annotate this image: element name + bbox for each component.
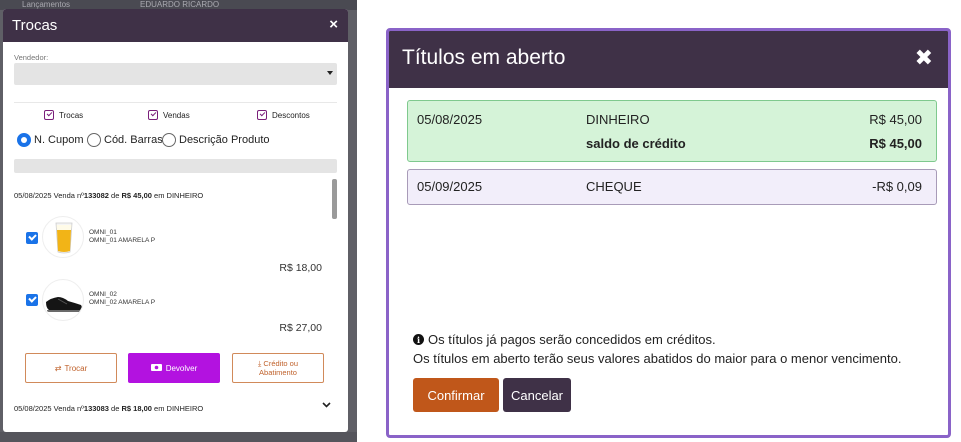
cancel-button[interactable]: Cancelar — [503, 378, 571, 412]
info-icon: i — [413, 334, 424, 345]
titulo-row-paid: 05/08/2025 DINHEIRO R$ 45,00 saldo de cr… — [407, 100, 937, 162]
credito-label-block: ⤓ Crédito ou Abatimento — [258, 359, 298, 377]
sale-number: 133083 — [83, 404, 109, 413]
filter-vendas-label: Vendas — [163, 110, 190, 120]
titulo-method: CHEQUE — [586, 179, 642, 194]
checkbox-icon[interactable] — [257, 110, 267, 120]
background-menu-item: Lançamentos — [22, 0, 71, 9]
titulo-value: -R$ 0,09 — [872, 179, 922, 194]
filter-trocas[interactable]: Trocas — [44, 110, 83, 120]
background-overlay: Lançamentos EDUARDO RICARDO Trocas × Ven… — [0, 0, 357, 442]
close-icon[interactable]: × — [329, 16, 338, 33]
hand-coin-icon: ⤓ — [257, 359, 262, 368]
sale-amount: R$ 45,00 — [121, 191, 152, 200]
item-code-block: OMNI_02 OMNI_02 AMARELA P — [89, 291, 155, 307]
radio-cod-barras-label: Cód. Barras — [104, 134, 163, 146]
credito-abatimento-button[interactable]: ⤓ Crédito ou Abatimento — [232, 353, 324, 383]
item-price: R$ 27,00 — [279, 322, 322, 334]
sale-date: 05/08/2025 — [14, 404, 52, 413]
credito-label-1: Crédito ou — [263, 359, 299, 368]
sale-method: DINHEIRO — [166, 191, 204, 200]
sale-header: 05/08/2025 Venda nº133082 de R$ 45,00 em… — [14, 191, 203, 200]
radio-n-cupom[interactable]: N. Cupom — [17, 133, 84, 147]
chevron-down-icon[interactable] — [322, 400, 331, 410]
titulos-modal: Títulos em aberto ✖ 05/08/2025 DINHEIRO … — [386, 28, 951, 438]
sale-method: DINHEIRO — [166, 404, 204, 413]
info-text-1: Os títulos já pagos serão concedidos em … — [428, 332, 716, 347]
item-description: OMNI_01 AMARELA P — [89, 237, 156, 244]
titulo-date: 05/08/2025 — [417, 112, 483, 127]
scrollbar-thumb[interactable] — [332, 179, 337, 219]
devolver-label: Devolver — [165, 363, 198, 373]
trocas-modal: Trocas × Vendedor: Trocas Vendas Descont… — [3, 9, 348, 432]
background-user-text: EDUARDO RICARDO — [140, 0, 220, 9]
sale-amount: R$ 18,00 — [121, 404, 152, 413]
checkbox-icon[interactable] — [148, 110, 158, 120]
item-code-block: OMNI_01 OMNI_01 AMARELA P — [89, 229, 155, 245]
devolver-button[interactable]: Devolver — [128, 353, 220, 383]
confirm-button[interactable]: Confirmar — [413, 378, 499, 412]
vendedor-label: Vendedor: — [14, 53, 49, 62]
item-code: OMNI_01 — [89, 229, 117, 236]
radio-cod-barras[interactable]: Cód. Barras — [87, 133, 163, 147]
background-bottom-strip — [0, 432, 357, 442]
checkbox-icon[interactable] — [44, 110, 54, 120]
item-checkbox[interactable] — [26, 294, 38, 306]
titulo-method: DINHEIRO — [586, 112, 650, 127]
item-price: R$ 18,00 — [279, 262, 322, 274]
radio-descricao[interactable]: Descrição Produto — [162, 133, 270, 147]
caret-down-icon — [327, 71, 333, 75]
radio-descricao-label: Descrição Produto — [179, 134, 270, 146]
swap-icon: ⇄ — [54, 363, 62, 373]
radio-empty-icon[interactable] — [162, 133, 176, 147]
sale-number: 133082 — [83, 191, 109, 200]
sale-venda-label: Venda nº — [53, 191, 84, 200]
trocar-label: Trocar — [64, 363, 88, 373]
filter-descontos[interactable]: Descontos — [257, 110, 310, 120]
radio-selected-icon[interactable] — [17, 133, 31, 147]
filter-trocas-label: Trocas — [59, 110, 84, 120]
screen: Lançamentos EDUARDO RICARDO Trocas × Ven… — [0, 0, 961, 442]
sale-date: 05/08/2025 — [14, 191, 52, 200]
sale-de-label: de — [111, 191, 120, 200]
trocas-modal-title: Trocas — [12, 17, 58, 34]
item-checkbox[interactable] — [26, 232, 38, 244]
item-code: OMNI_02 — [89, 291, 117, 298]
sale-venda-label: Venda nº — [53, 404, 84, 413]
titulo-row-open: 05/09/2025 CHEQUE -R$ 0,09 — [407, 169, 937, 205]
sale-em-label: em — [154, 191, 165, 200]
money-icon — [150, 363, 162, 373]
sale-row-collapsed[interactable]: 05/08/2025 Venda nº133083 de R$ 18,00 em… — [14, 394, 337, 420]
credito-line1: ⤓ Crédito ou — [258, 359, 298, 368]
saldo-credito-value: R$ 45,00 — [869, 136, 922, 151]
filter-vendas[interactable]: Vendas — [148, 110, 190, 120]
search-input[interactable] — [14, 159, 337, 173]
titulos-modal-header: Títulos em aberto ✖ — [389, 31, 948, 88]
close-icon[interactable]: ✖ — [915, 45, 933, 71]
sneaker-icon — [42, 279, 84, 321]
trocar-button[interactable]: ⇄ Trocar — [25, 353, 117, 383]
credito-label-2: Abatimento — [259, 368, 297, 377]
sale-em-label: em — [154, 404, 165, 413]
info-text-2: Os títulos em aberto terão seus valores … — [413, 351, 902, 366]
sale-header: 05/08/2025 Venda nº133083 de R$ 18,00 em… — [14, 404, 203, 413]
radio-n-cupom-label: N. Cupom — [34, 134, 84, 146]
vendedor-select[interactable] — [14, 63, 337, 85]
divider — [14, 102, 337, 103]
titulos-modal-title: Títulos em aberto — [402, 46, 566, 69]
titulo-value: R$ 45,00 — [869, 112, 922, 127]
sale-de-label: de — [111, 404, 120, 413]
beer-glass-icon — [42, 216, 84, 258]
saldo-credito-label: saldo de crédito — [586, 136, 686, 151]
trocas-modal-header: Trocas × — [3, 9, 348, 42]
info-line-1: i Os títulos já pagos serão concedidos e… — [413, 332, 716, 347]
radio-empty-icon[interactable] — [87, 133, 101, 147]
titulo-date: 05/09/2025 — [417, 179, 483, 194]
item-description: OMNI_02 AMARELA P — [89, 299, 156, 306]
filter-descontos-label: Descontos — [272, 110, 310, 120]
